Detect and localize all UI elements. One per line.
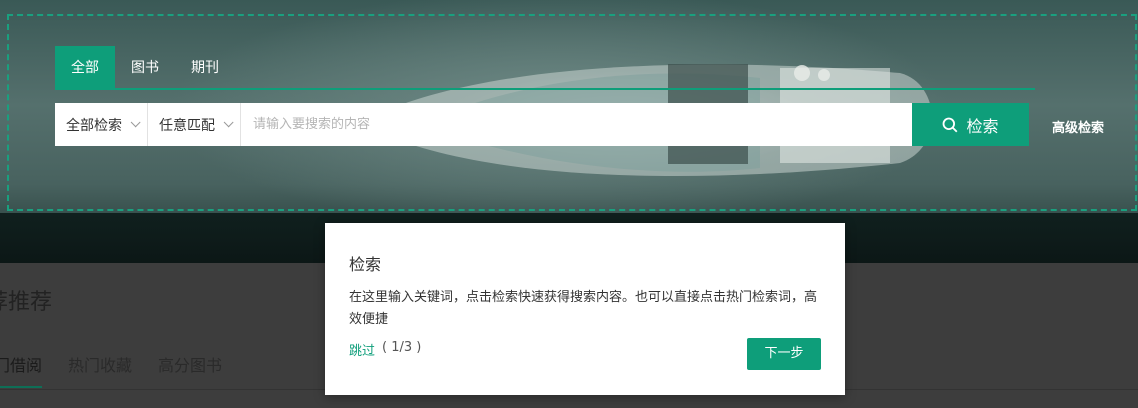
search-type-tabs: 全部 图书 期刊	[55, 46, 235, 88]
advanced-search-link[interactable]: 高级检索	[1052, 117, 1104, 136]
tab-hot-favorites[interactable]: 热门收藏	[68, 352, 132, 388]
recommend-title: 荐推荐	[0, 290, 53, 315]
guide-progress: ( 1/3 )	[382, 340, 422, 355]
chevron-down-icon	[223, 117, 234, 128]
tab-underline	[55, 88, 1035, 90]
match-select-label: 任意匹配	[159, 117, 215, 134]
match-select[interactable]: 任意匹配	[148, 103, 241, 146]
skip-link[interactable]: 跳过	[349, 340, 375, 359]
search-button-label: 检索	[966, 116, 999, 136]
guide-title: 检索	[349, 255, 382, 274]
tab-books[interactable]: 图书	[115, 46, 175, 88]
scope-select[interactable]: 全部检索	[55, 103, 148, 146]
guide-popover: 检索 在这里输入关键词，点击检索快速获得搜索内容。也可以直接点击热门检索词，高效…	[325, 223, 845, 395]
search-button[interactable]: 检索	[912, 103, 1029, 146]
chevron-down-icon	[130, 117, 141, 128]
next-step-button[interactable]: 下一步	[747, 338, 821, 370]
tab-journals[interactable]: 期刊	[175, 46, 235, 88]
recommend-tabs: 门借阅 热门收藏 高分图书	[0, 352, 222, 388]
guide-description: 在这里输入关键词，点击检索快速获得搜索内容。也可以直接点击热门检索词，高效便捷	[349, 290, 818, 327]
search-bar: 全部检索 任意匹配 检索	[55, 103, 1029, 146]
tab-hot-borrow[interactable]: 门借阅	[0, 352, 43, 388]
search-input[interactable]	[241, 103, 912, 146]
tab-all[interactable]: 全部	[55, 46, 115, 88]
tab-top-rated[interactable]: 高分图书	[158, 352, 222, 388]
search-icon	[943, 117, 958, 132]
scope-select-label: 全部检索	[66, 117, 122, 134]
